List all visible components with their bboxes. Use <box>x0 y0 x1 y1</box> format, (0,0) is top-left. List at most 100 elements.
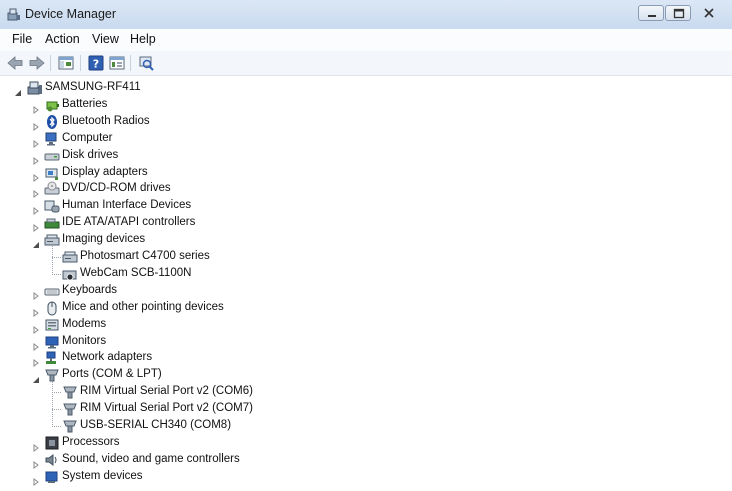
tree-category-human-interface-devices[interactable]: Human Interface Devices <box>0 198 700 216</box>
expand-icon[interactable] <box>32 473 40 486</box>
display-adapter-icon <box>44 165 60 181</box>
computer-root-icon <box>27 80 43 96</box>
scan-hardware-icon[interactable] <box>137 54 155 72</box>
collapse-icon[interactable] <box>14 84 22 96</box>
tree-item-label: RIM Virtual Serial Port v2 (COM7) <box>80 402 253 415</box>
toolbar-separator <box>80 55 81 71</box>
modem-icon <box>44 317 60 333</box>
tree-item-label: Modems <box>62 317 107 330</box>
menu-help[interactable]: Help <box>130 32 156 46</box>
tree-item-label: DVD/CD-ROM drives <box>62 182 171 195</box>
expand-icon[interactable] <box>32 354 40 368</box>
tree-connector <box>52 273 61 275</box>
tree-connector <box>52 426 61 427</box>
tree-device-usb-serial-ch340-com8[interactable]: USB-SERIAL CH340 (COM8) <box>0 418 700 434</box>
computer-icon <box>44 131 60 147</box>
minimize-button[interactable] <box>638 5 664 21</box>
toolbar: ? <box>0 51 732 76</box>
tree-category-imaging-devices[interactable]: Imaging devices <box>0 232 700 249</box>
tree-item-label: WebCam SCB-1100N <box>80 266 192 279</box>
tree-category-bluetooth-radios[interactable]: Bluetooth Radios <box>0 114 700 131</box>
tree-item-label: Display adapters <box>62 165 148 178</box>
tree-device-photosmart-c4700-series[interactable]: Photosmart C4700 series <box>0 249 700 265</box>
expand-icon[interactable] <box>32 202 40 216</box>
tree-category-batteries[interactable]: Batteries <box>0 97 700 114</box>
close-button[interactable] <box>692 5 726 21</box>
show-hide-tree-icon[interactable] <box>57 54 75 72</box>
tree-root-samsung-rf411[interactable]: SAMSUNG-RF411 <box>0 80 700 96</box>
tree-category-mice-and-other-pointing-devices[interactable]: Mice and other pointing devices <box>0 300 700 317</box>
menu-view[interactable]: View <box>92 32 119 46</box>
tree-item-label: Disk drives <box>62 148 119 161</box>
tree-category-processors[interactable]: Processors <box>0 435 700 452</box>
tree-category-system-devices[interactable]: System devices <box>0 469 700 486</box>
expand-icon[interactable] <box>32 185 40 199</box>
expand-icon[interactable] <box>32 287 40 300</box>
tree-connector <box>52 246 53 275</box>
title-bar[interactable]: Device Manager <box>0 0 732 29</box>
mouse-icon <box>44 300 60 316</box>
expand-icon[interactable] <box>32 338 40 351</box>
collapse-icon[interactable] <box>32 371 40 384</box>
tree-category-network-adapters[interactable]: Network adapters <box>0 350 700 368</box>
tree-category-sound-video-and-game-controllers[interactable]: Sound, video and game controllers <box>0 452 700 469</box>
tree-item-label: Human Interface Devices <box>62 199 192 212</box>
tree-item-label: Imaging devices <box>62 233 146 246</box>
ide-controller-icon <box>44 215 60 231</box>
toolbar-separator <box>130 55 131 71</box>
svg-text:?: ? <box>93 58 99 71</box>
tree-item-label: Processors <box>62 435 120 448</box>
tree-category-modems[interactable]: Modems <box>0 317 700 334</box>
tree-item-label: Network adapters <box>62 351 153 364</box>
expand-icon[interactable] <box>32 135 40 148</box>
maximize-button[interactable] <box>665 5 691 21</box>
tree-item-label: IDE ATA/ATAPI controllers <box>62 216 196 229</box>
tree-category-dvd-cd-rom-drives[interactable]: DVD/CD-ROM drives <box>0 181 700 199</box>
forward-icon[interactable] <box>28 54 46 72</box>
tree-item-label: Sound, video and game controllers <box>62 452 240 465</box>
tree-item-label: Monitors <box>62 334 107 347</box>
tree-category-disk-drives[interactable]: Disk drives <box>0 148 700 165</box>
system-device-icon <box>44 469 60 485</box>
tree-item-label: RIM Virtual Serial Port v2 (COM6) <box>80 385 253 398</box>
expand-icon[interactable] <box>32 118 40 131</box>
expand-icon[interactable] <box>32 321 40 334</box>
network-adapter-icon <box>44 350 60 366</box>
tree-item-label: Batteries <box>62 97 108 110</box>
expand-icon[interactable] <box>32 219 40 233</box>
tree-category-display-adapters[interactable]: Display adapters <box>0 165 700 182</box>
tree-device-rim-virtual-serial-port-v2-com7[interactable]: RIM Virtual Serial Port v2 (COM7) <box>0 401 700 417</box>
expand-icon[interactable] <box>32 152 40 165</box>
device-tree[interactable]: SAMSUNG-RF411 Batteries Bluetooth Radios Co… <box>0 78 732 486</box>
tree-category-ide-ata-atapi-controllers[interactable]: IDE ATA/ATAPI controllers <box>0 215 700 233</box>
tree-category-ports-com-lpt[interactable]: Ports (COM & LPT) <box>0 367 700 384</box>
tree-category-monitors[interactable]: Monitors <box>0 334 700 351</box>
tree-connector <box>52 381 53 427</box>
port-icon <box>62 418 78 434</box>
tree-connector <box>52 257 61 258</box>
menu-bar: File Action View Help <box>0 29 732 52</box>
menu-action[interactable]: Action <box>45 32 80 46</box>
collapse-icon[interactable] <box>32 236 40 249</box>
expand-icon[interactable] <box>32 169 40 182</box>
tree-device-rim-virtual-serial-port-v2-com6[interactable]: RIM Virtual Serial Port v2 (COM6) <box>0 384 700 400</box>
monitor-icon <box>44 334 60 350</box>
bluetooth-icon <box>44 114 60 130</box>
tree-category-keyboards[interactable]: Keyboards <box>0 283 700 300</box>
expand-icon[interactable] <box>32 101 40 114</box>
expand-icon[interactable] <box>32 456 40 469</box>
expand-icon[interactable] <box>32 439 40 452</box>
expand-icon[interactable] <box>32 304 40 317</box>
tree-item-label: Mice and other pointing devices <box>62 300 224 313</box>
device-manager-icon <box>7 7 21 21</box>
webcam-icon <box>62 266 78 282</box>
tree-device-webcam-scb-1100n[interactable]: WebCam SCB-1100N <box>0 266 700 282</box>
menu-file[interactable]: File <box>12 32 32 46</box>
back-icon[interactable] <box>6 54 24 72</box>
tree-category-computer[interactable]: Computer <box>0 131 700 148</box>
tree-connector <box>52 392 61 394</box>
properties-icon[interactable] <box>108 54 126 72</box>
help-icon[interactable]: ? <box>87 54 105 72</box>
battery-icon <box>44 97 60 113</box>
tree-item-label: Bluetooth Radios <box>62 114 150 127</box>
